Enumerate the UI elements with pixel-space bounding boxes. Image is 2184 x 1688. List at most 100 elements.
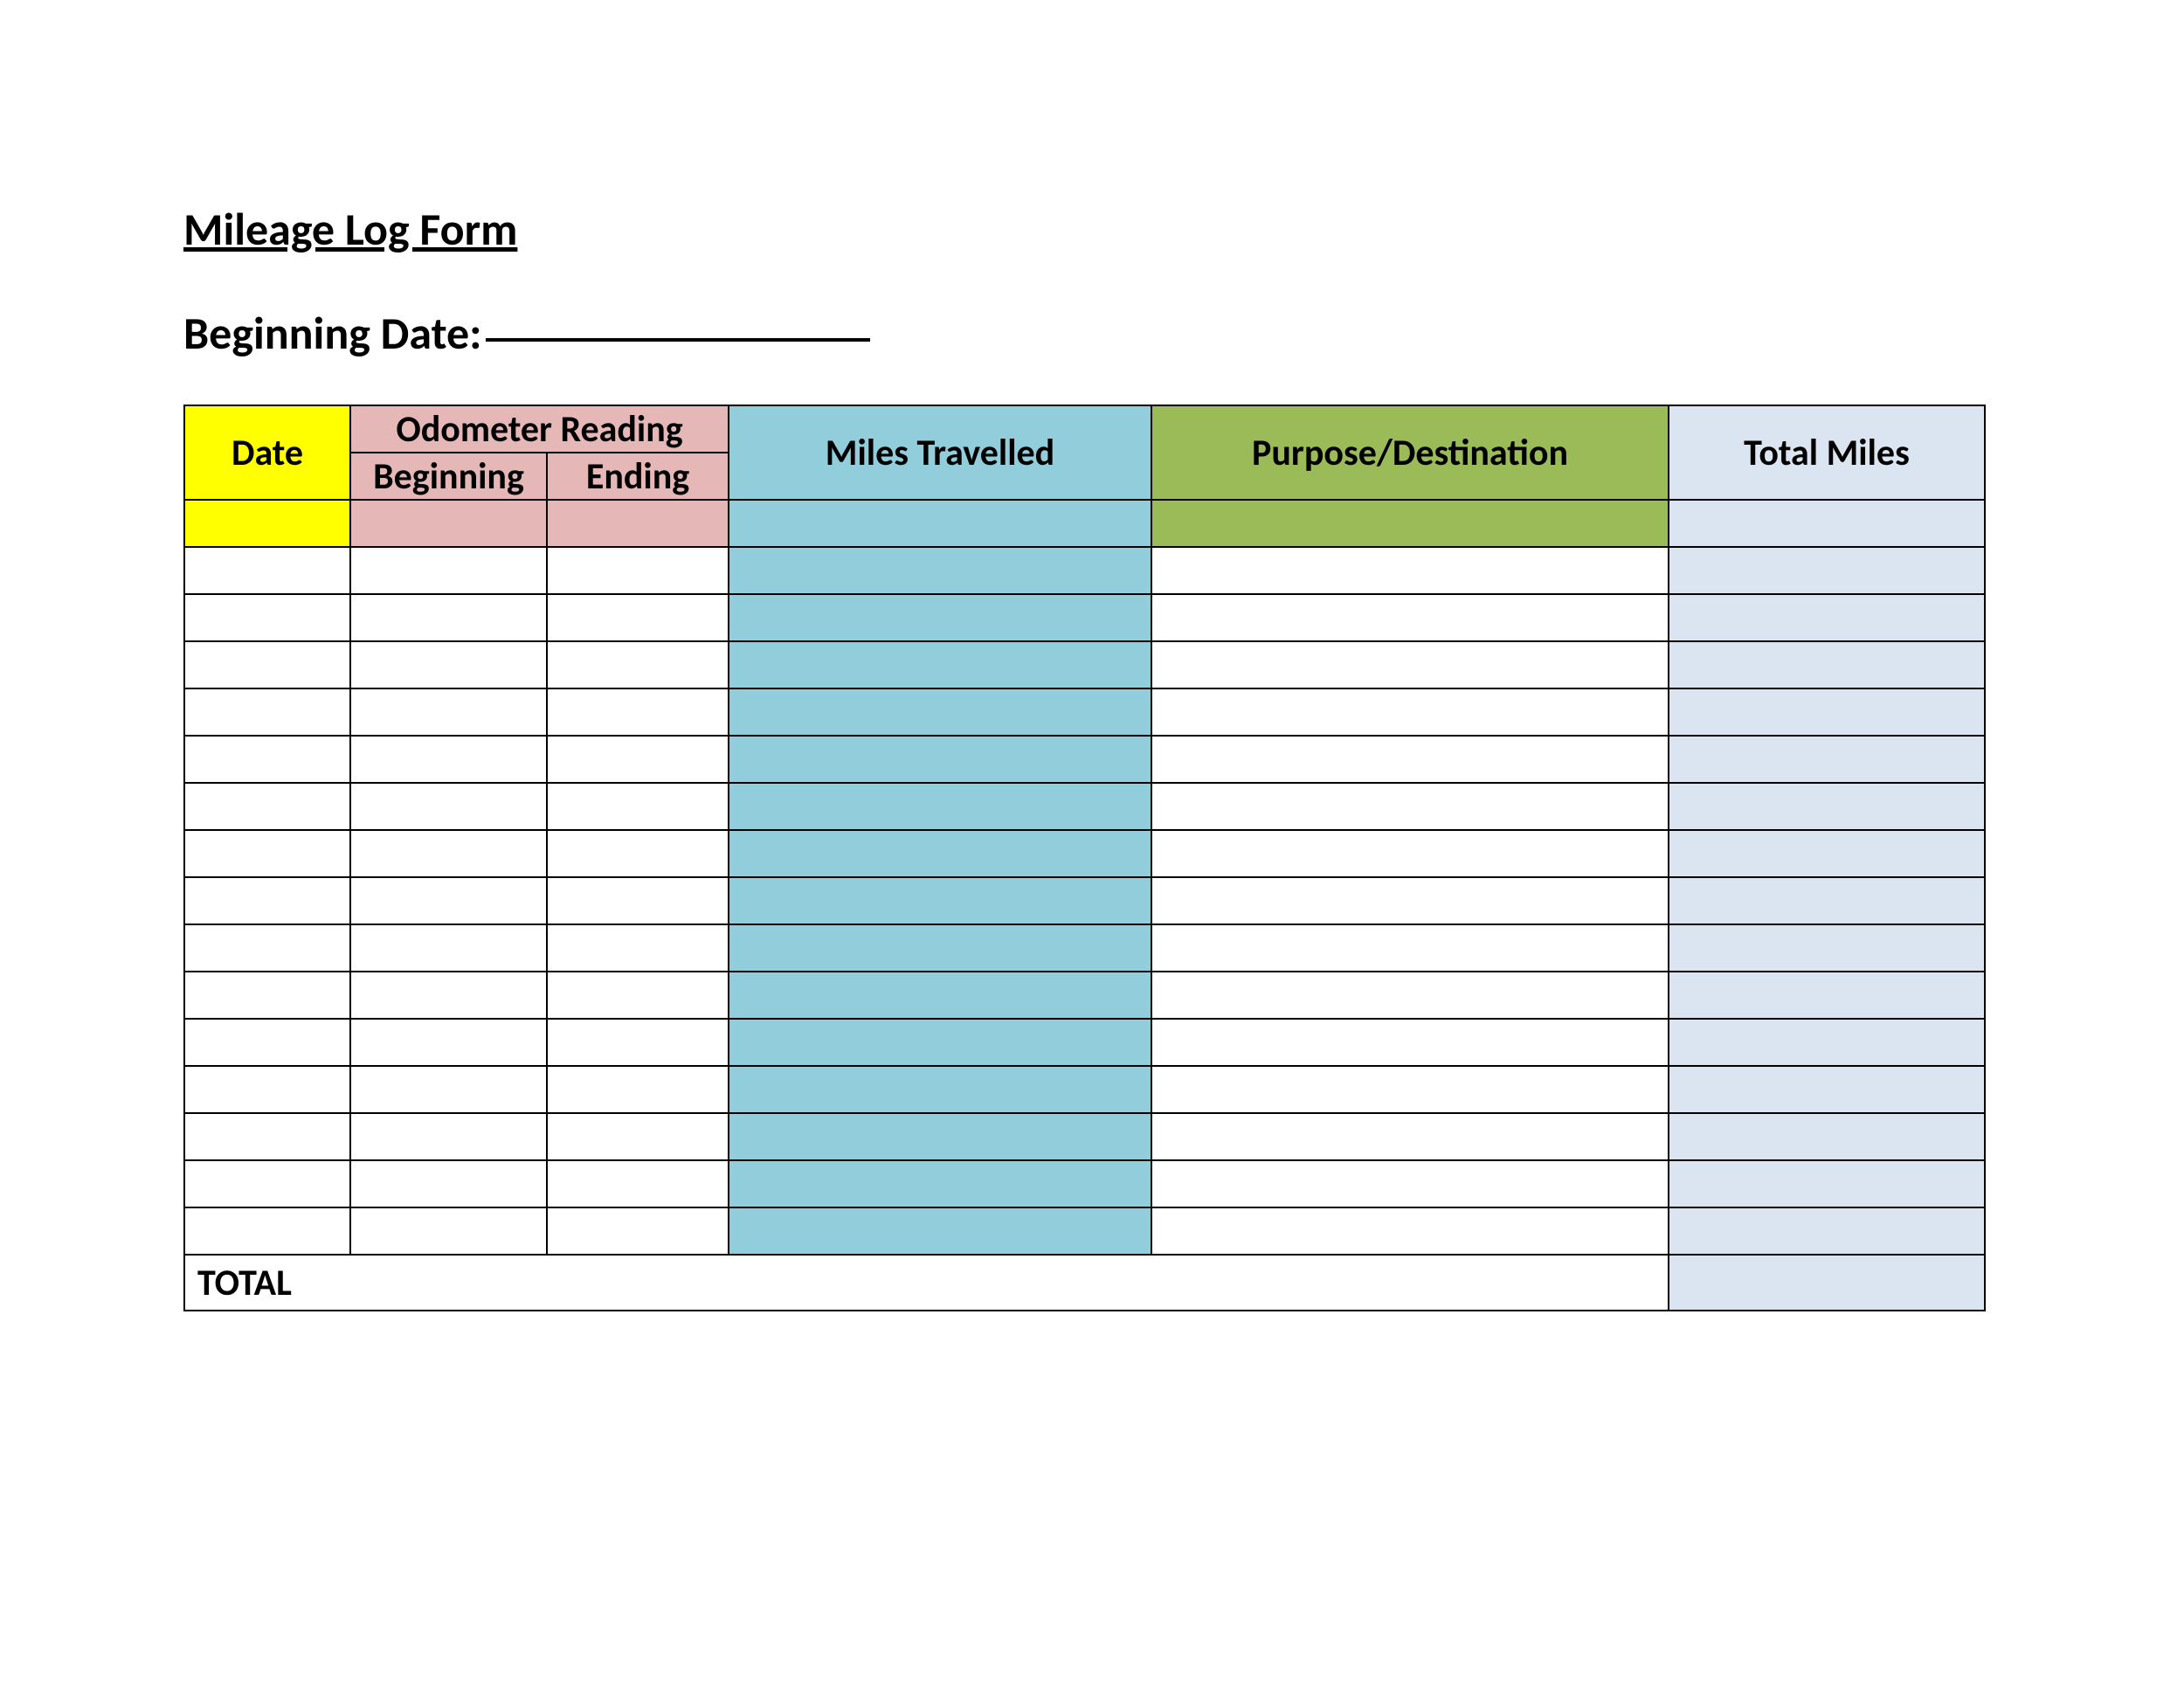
cell-beginning <box>350 830 547 877</box>
cell-beginning <box>350 1066 547 1113</box>
header-purpose: Purpose/Destination <box>1151 405 1669 500</box>
cell-date <box>184 1066 350 1113</box>
table-row <box>184 1160 1985 1207</box>
table-row <box>184 594 1985 641</box>
header-beginning: Beginning <box>350 453 547 500</box>
cell-date <box>184 1160 350 1207</box>
cell-purpose <box>1151 547 1669 594</box>
cell-ending <box>547 547 729 594</box>
cell-purpose <box>1151 1160 1669 1207</box>
cell-total-miles <box>1669 1066 1985 1113</box>
beginning-date-line <box>486 338 870 342</box>
table-row <box>184 547 1985 594</box>
table-row <box>184 783 1985 830</box>
cell-purpose <box>1151 1113 1669 1160</box>
cell-miles-travelled <box>729 924 1151 972</box>
cell-miles-travelled <box>729 1066 1151 1113</box>
cell-beginning <box>350 641 547 688</box>
spacer-beginning <box>350 500 547 547</box>
cell-total-miles <box>1669 1019 1985 1066</box>
cell-purpose <box>1151 1019 1669 1066</box>
cell-beginning <box>350 1160 547 1207</box>
table-row <box>184 877 1985 924</box>
cell-total-miles <box>1669 1113 1985 1160</box>
cell-date <box>184 736 350 783</box>
table-row <box>184 1019 1985 1066</box>
cell-ending <box>547 972 729 1019</box>
table-row <box>184 1207 1985 1255</box>
cell-ending <box>547 783 729 830</box>
cell-total-miles <box>1669 688 1985 736</box>
cell-miles-travelled <box>729 594 1151 641</box>
header-miles-travelled: Miles Travelled <box>729 405 1151 500</box>
beginning-date-label: Beginning Date: <box>183 305 482 361</box>
cell-ending <box>547 1066 729 1113</box>
spacer-ending <box>547 500 729 547</box>
cell-date <box>184 1113 350 1160</box>
cell-ending <box>547 830 729 877</box>
cell-ending <box>547 1019 729 1066</box>
cell-miles-travelled <box>729 972 1151 1019</box>
cell-miles-travelled <box>729 830 1151 877</box>
header-row-1: Date Odometer Reading Miles Travelled Pu… <box>184 405 1985 453</box>
cell-total-miles <box>1669 736 1985 783</box>
cell-purpose <box>1151 783 1669 830</box>
spacer-miles <box>729 500 1151 547</box>
cell-total-miles <box>1669 972 1985 1019</box>
cell-total-miles <box>1669 924 1985 972</box>
table-row <box>184 641 1985 688</box>
cell-miles-travelled <box>729 1113 1151 1160</box>
spacer-date <box>184 500 350 547</box>
cell-ending <box>547 594 729 641</box>
cell-beginning <box>350 972 547 1019</box>
cell-purpose <box>1151 830 1669 877</box>
cell-miles-travelled <box>729 783 1151 830</box>
cell-purpose <box>1151 877 1669 924</box>
table-row <box>184 924 1985 972</box>
cell-date <box>184 547 350 594</box>
spacer-total <box>1669 500 1985 547</box>
cell-purpose <box>1151 736 1669 783</box>
cell-purpose <box>1151 1066 1669 1113</box>
table-row <box>184 830 1985 877</box>
cell-date <box>184 972 350 1019</box>
cell-ending <box>547 877 729 924</box>
cell-date <box>184 877 350 924</box>
cell-beginning <box>350 1207 547 1255</box>
cell-ending <box>547 924 729 972</box>
cell-beginning <box>350 594 547 641</box>
table-row <box>184 1066 1985 1113</box>
cell-purpose <box>1151 641 1669 688</box>
cell-total-miles <box>1669 594 1985 641</box>
header-total-miles: Total Miles <box>1669 405 1985 500</box>
cell-total-miles <box>1669 877 1985 924</box>
table-row <box>184 972 1985 1019</box>
cell-purpose <box>1151 688 1669 736</box>
total-row: TOTAL <box>184 1255 1985 1311</box>
cell-ending <box>547 1160 729 1207</box>
cell-miles-travelled <box>729 547 1151 594</box>
cell-date <box>184 594 350 641</box>
mileage-log-table: Date Odometer Reading Miles Travelled Pu… <box>183 405 1986 1311</box>
cell-beginning <box>350 924 547 972</box>
cell-total-miles <box>1669 641 1985 688</box>
header-spacer-row <box>184 500 1985 547</box>
cell-miles-travelled <box>729 1160 1151 1207</box>
cell-total-miles <box>1669 1160 1985 1207</box>
table-row <box>184 1113 1985 1160</box>
header-ending: Ending <box>547 453 729 500</box>
page: Mileage Log Form Beginning Date: Date Od… <box>0 0 2184 1311</box>
cell-beginning <box>350 736 547 783</box>
cell-purpose <box>1151 924 1669 972</box>
beginning-date-row: Beginning Date: <box>183 305 2009 361</box>
cell-purpose <box>1151 1207 1669 1255</box>
cell-date <box>184 1019 350 1066</box>
cell-total-miles <box>1669 783 1985 830</box>
cell-total-miles <box>1669 1207 1985 1255</box>
cell-miles-travelled <box>729 1019 1151 1066</box>
cell-beginning <box>350 1113 547 1160</box>
cell-ending <box>547 641 729 688</box>
cell-miles-travelled <box>729 688 1151 736</box>
cell-purpose <box>1151 972 1669 1019</box>
cell-beginning <box>350 877 547 924</box>
